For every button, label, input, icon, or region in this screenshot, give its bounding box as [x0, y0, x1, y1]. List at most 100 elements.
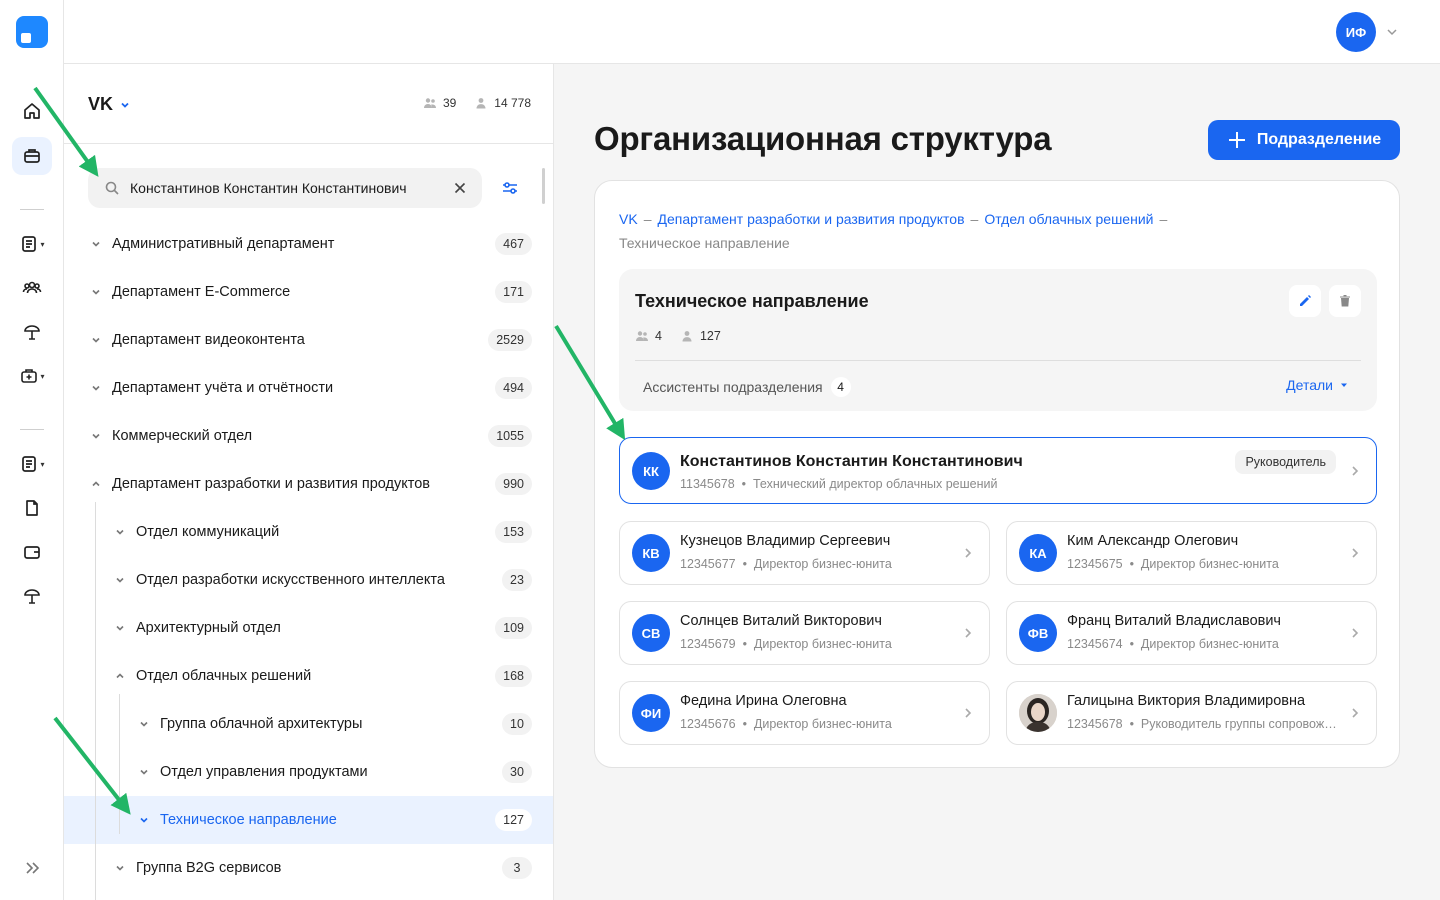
- person-card[interactable]: КВ Кузнецов Владимир Сергеевич 12345677 • …: [619, 521, 990, 585]
- tree-item[interactable]: Административный департамент 467: [64, 220, 553, 268]
- avatar: ФВ: [1019, 614, 1057, 652]
- tree-item[interactable]: Архитектурный отдел 109: [64, 604, 553, 652]
- tree-item[interactable]: Отдел коммуникаций 153: [64, 508, 553, 556]
- person-card[interactable]: ФИ Федина Ирина Олеговна 12345676 • Директ…: [619, 681, 990, 745]
- tree-item[interactable]: Департамент E-Commerce 171: [64, 268, 553, 316]
- chevron-down-icon[interactable]: [90, 430, 102, 442]
- breadcrumb-link[interactable]: VK: [619, 211, 638, 227]
- person-subtitle: 12345679 • Директор бизнес-юнита: [680, 637, 892, 651]
- org-selector[interactable]: VK: [88, 94, 131, 115]
- chevron-down-icon[interactable]: [114, 526, 126, 538]
- details-toggle[interactable]: Детали: [1286, 377, 1349, 393]
- file-icon[interactable]: [12, 489, 52, 527]
- tree-item-label: Департамент E-Commerce: [112, 284, 291, 300]
- tree-item-count: 168: [495, 665, 532, 687]
- group-icon: [636, 331, 648, 341]
- chevron-down-icon: [121, 102, 129, 108]
- person-card[interactable]: КА Ким Александр Олегович 12345675 • Дирек…: [1006, 521, 1377, 585]
- document-menu-icon[interactable]: ▾: [12, 225, 52, 263]
- tree-item-label: Коммерческий отдел: [112, 428, 253, 444]
- tree-item[interactable]: Отдел управления продуктами 30: [64, 748, 553, 796]
- chevron-down-icon[interactable]: [138, 718, 150, 730]
- chevron-right-icon: [1352, 628, 1359, 638]
- person-subtitle: 11345678 • Технический директор облачных…: [680, 477, 998, 491]
- chevron-down-icon[interactable]: [138, 814, 150, 826]
- tree-item-count: 109: [495, 617, 532, 639]
- breadcrumb: VK – Департамент разработки и развития про…: [619, 207, 1239, 255]
- role-badge: Руководитель: [1235, 450, 1336, 474]
- assistants-row: Ассистенты подразделения 4: [643, 377, 851, 397]
- chevron-up-icon[interactable]: [114, 670, 126, 682]
- avatar: СВ: [632, 614, 670, 652]
- breadcrumb-link[interactable]: Департамент разработки и развития продук…: [657, 211, 964, 227]
- avatar: КВ: [632, 534, 670, 572]
- delete-button[interactable]: [1329, 285, 1361, 317]
- tree-item[interactable]: Департамент видеоконтента 2529: [64, 316, 553, 364]
- tree-item-count: 30: [502, 761, 532, 783]
- person-name: Франц Виталий Владиславович: [1067, 613, 1281, 629]
- tree-item[interactable]: Коммерческий отдел 1055: [64, 412, 553, 460]
- chevron-down-icon[interactable]: [90, 334, 102, 346]
- avatar: КК: [632, 452, 670, 490]
- chevron-down-icon[interactable]: [114, 862, 126, 874]
- breadcrumb-link[interactable]: Отдел облачных решений: [984, 211, 1153, 227]
- filter-button[interactable]: [494, 168, 526, 208]
- tree-header: VK 39 14 778: [64, 64, 553, 144]
- rail-divider: [20, 429, 44, 430]
- nav-rail: ▾ ▾ ▾: [0, 0, 64, 900]
- tree-item[interactable]: Техническое направление 127: [64, 796, 553, 844]
- search-box[interactable]: [88, 168, 482, 208]
- users-icon[interactable]: [12, 269, 52, 307]
- person-card[interactable]: ФВ Франц Виталий Владиславович 12345674 • …: [1006, 601, 1377, 665]
- wallet-icon[interactable]: [12, 533, 52, 571]
- avatar: КА: [1019, 534, 1057, 572]
- structure-tree: Административный департамент 467 Департаме…: [64, 220, 553, 900]
- chevron-up-icon[interactable]: [90, 478, 102, 490]
- chevron-down-icon[interactable]: [90, 286, 102, 298]
- chevron-down-icon[interactable]: [90, 382, 102, 394]
- page-title: Организационная структура: [594, 120, 1052, 157]
- medkit-menu-icon[interactable]: ▾: [12, 357, 52, 395]
- expand-sidebar-icon[interactable]: [12, 849, 52, 887]
- tree-item-count: 494: [495, 377, 532, 399]
- unit-card: VK – Департамент разработки и развития про…: [594, 180, 1400, 768]
- clear-search-icon[interactable]: [452, 180, 468, 196]
- person-card[interactable]: Галицына Виктория Владимировна 12345678 •…: [1006, 681, 1377, 745]
- add-unit-button[interactable]: Подразделение: [1208, 120, 1400, 160]
- home-icon[interactable]: [12, 92, 52, 130]
- umbrella-icon[interactable]: [12, 313, 52, 351]
- tree-item-label: Административный департамент: [112, 236, 335, 252]
- umbrella-icon[interactable]: [12, 577, 52, 615]
- tree-item[interactable]: Группа облачной архитектуры 10: [64, 700, 553, 748]
- tree-item-count: 2529: [488, 329, 532, 351]
- person-name: Кузнецов Владимир Сергеевич: [680, 533, 891, 549]
- tree-item[interactable]: Департамент разработки и развития продук…: [64, 460, 553, 508]
- tree-item[interactable]: Отдел разработки искусственного интеллек…: [64, 556, 553, 604]
- briefcase-icon[interactable]: [12, 137, 52, 175]
- tree-item[interactable]: Отдел облачных решений 168: [64, 652, 553, 700]
- tree-guide-line: [119, 694, 120, 834]
- app-logo[interactable]: [16, 16, 48, 48]
- assistants-label: Ассистенты подразделения: [643, 379, 823, 395]
- tree-item-count: 127: [495, 809, 532, 831]
- tree-scrollbar[interactable]: [542, 168, 545, 204]
- chevron-down-icon[interactable]: [90, 238, 102, 250]
- tree-item[interactable]: Департамент учёта и отчётности 494: [64, 364, 553, 412]
- unit-title: Техническое направление: [635, 291, 869, 311]
- chevron-down-icon[interactable]: [1384, 24, 1400, 40]
- person-name: Ким Александр Олегович: [1067, 533, 1239, 549]
- chevron-down-icon[interactable]: [138, 766, 150, 778]
- tree-item-label: Департамент учёта и отчётности: [112, 380, 334, 396]
- search-input[interactable]: [130, 180, 452, 196]
- units-stat: 4: [635, 329, 662, 343]
- chevron-down-icon[interactable]: [114, 622, 126, 634]
- chevron-right-icon: [1352, 708, 1359, 718]
- tree-item-count: 3: [502, 857, 532, 879]
- chevron-down-icon[interactable]: [114, 574, 126, 586]
- user-avatar[interactable]: ИФ: [1336, 12, 1376, 52]
- person-card[interactable]: СВ Солнцев Виталий Викторович 12345679 • Д…: [619, 601, 990, 665]
- tree-item[interactable]: Группа B2G сервисов 3: [64, 844, 553, 892]
- edit-button[interactable]: [1289, 285, 1321, 317]
- document-list-icon[interactable]: ▾: [12, 445, 52, 483]
- lead-person-card[interactable]: КК Константинов Константин Константинови…: [619, 437, 1377, 504]
